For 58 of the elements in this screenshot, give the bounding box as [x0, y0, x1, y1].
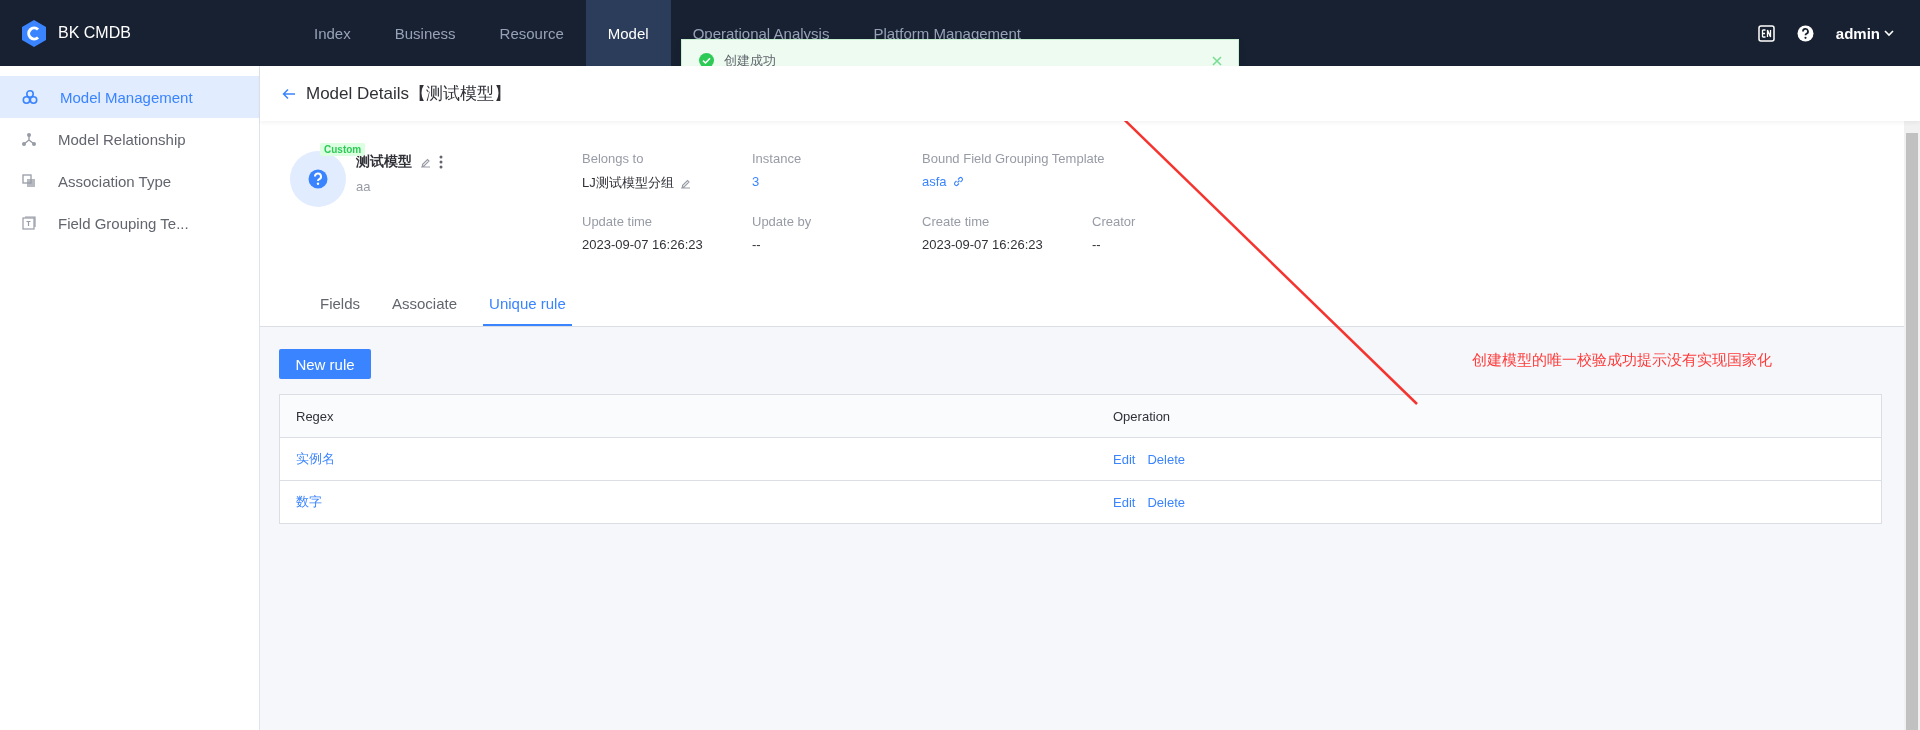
user-menu[interactable]: admin	[1835, 24, 1894, 42]
field-label: Instance	[752, 151, 802, 166]
chevron-down-icon	[1884, 29, 1894, 37]
template-icon	[22, 216, 36, 230]
tab[interactable]: Associate	[386, 282, 464, 326]
rule-link[interactable]: 实例名	[296, 451, 335, 466]
field-value: --	[752, 237, 761, 252]
sidebar-item[interactable]: Association Type	[0, 160, 259, 202]
help-icon[interactable]	[1796, 24, 1814, 42]
link-icon[interactable]	[952, 176, 964, 187]
toast-message: 创建成功	[724, 51, 776, 70]
sidebar-item[interactable]: Field Grouping Te...	[0, 202, 259, 244]
tab[interactable]: Unique rule	[483, 282, 572, 326]
instance-link[interactable]: 3	[752, 174, 760, 189]
annotation-text: 创建模型的唯一校验成功提示没有实现国家化	[1472, 351, 1772, 370]
template-link[interactable]: asfa	[922, 174, 947, 189]
logo-icon	[22, 19, 46, 47]
column-header: Regex	[279, 394, 1097, 438]
edit-link[interactable]: Edit	[1113, 451, 1136, 467]
field-label: Update by	[752, 214, 812, 229]
rule-link[interactable]: 数字	[296, 494, 322, 509]
page-title: Model Details【测试模型】	[306, 83, 511, 105]
squares-icon	[22, 174, 36, 188]
field-label: Creator	[1092, 214, 1136, 229]
app-title: BK CMDB	[58, 24, 131, 42]
field-label: Create time	[922, 214, 990, 229]
nodes-icon	[22, 132, 36, 146]
nav-tab[interactable]: Model	[585, 0, 671, 66]
custom-tag: Custom	[320, 143, 366, 156]
field-value: LJ测试模型分组	[582, 174, 674, 192]
nav-tab[interactable]: Business	[372, 0, 478, 66]
scrollbar[interactable]	[1904, 121, 1920, 730]
nav-tab[interactable]: Platform Management	[851, 0, 1043, 66]
question-icon	[308, 169, 328, 189]
edit-icon[interactable]	[420, 156, 431, 168]
field-label: Belongs to	[582, 151, 644, 166]
sidebar-item[interactable]: Model Management	[0, 76, 259, 118]
model-name: 测试模型	[356, 153, 412, 171]
delete-link[interactable]: Delete	[1147, 494, 1185, 510]
more-icon[interactable]	[439, 155, 443, 169]
field-label: Bound Field Grouping Template	[922, 151, 1105, 166]
field-label: Update time	[582, 214, 653, 229]
nav-tab[interactable]: Resource	[477, 0, 586, 66]
back-arrow-icon[interactable]	[282, 87, 296, 100]
edit-link[interactable]: Edit	[1113, 494, 1136, 510]
tab[interactable]: Fields	[314, 282, 366, 326]
language-icon[interactable]	[1757, 24, 1775, 42]
field-value: 2023-09-07 16:26:23	[582, 237, 703, 252]
nav-tab[interactable]: Index	[292, 0, 373, 66]
delete-link[interactable]: Delete	[1147, 451, 1185, 467]
field-value: 2023-09-07 16:26:23	[922, 237, 1043, 252]
cubes-icon	[22, 90, 38, 104]
field-value: --	[1092, 237, 1101, 252]
new-rule-button[interactable]: New rule	[279, 349, 371, 379]
column-header: Operation	[1097, 394, 1882, 438]
edit-icon[interactable]	[679, 177, 691, 189]
model-id: aa	[356, 179, 372, 194]
sidebar-item[interactable]: Model Relationship	[0, 118, 259, 160]
